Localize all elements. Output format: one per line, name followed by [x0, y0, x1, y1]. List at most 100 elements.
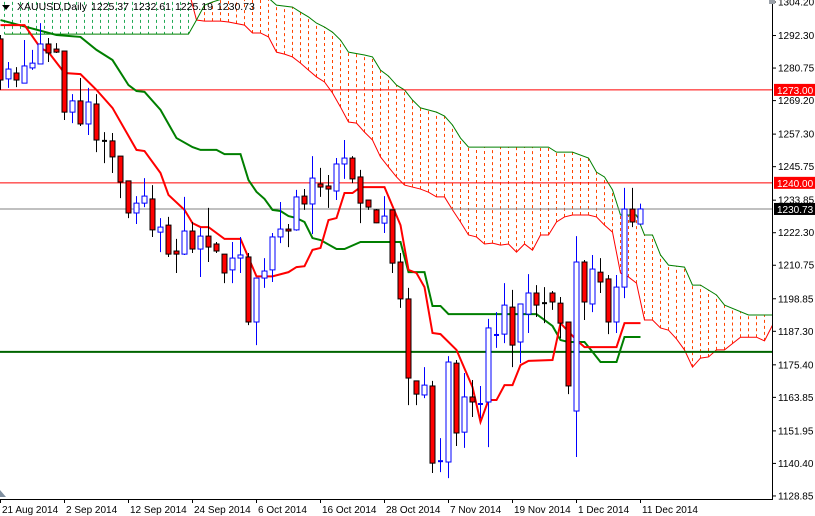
candle [509, 289, 516, 368]
candle-body [533, 292, 540, 306]
dropdown-triangle-icon[interactable] [2, 4, 10, 10]
candle [325, 174, 332, 208]
candle [581, 260, 588, 321]
candle-body [69, 100, 76, 113]
candle-body [213, 243, 220, 252]
candle-body [109, 140, 116, 158]
candle [485, 318, 492, 448]
candle [341, 140, 348, 179]
candle-body [509, 306, 516, 346]
candle-body [565, 321, 572, 387]
x-tick-label: 24 Sep 2014 [194, 505, 251, 516]
candle [197, 227, 204, 277]
y-tick-label: 1280.75 [778, 64, 815, 75]
candle-body [237, 254, 244, 259]
high-value: 1232.61 [132, 1, 171, 13]
chart-header: XAUUSD,Daily 1225.37 1232.61 1225.19 123… [2, 1, 255, 13]
candle-body [397, 261, 404, 300]
candle [293, 189, 300, 231]
candle [213, 242, 220, 253]
y-tick-label: 1292.30 [778, 31, 815, 42]
candle [221, 253, 228, 284]
candle [333, 158, 340, 201]
candle-body [453, 362, 460, 434]
candle-body [333, 163, 340, 192]
candle [494, 312, 499, 348]
candle-body [589, 268, 596, 305]
candle [117, 155, 124, 199]
tenkan-sen-line [0, 24, 641, 426]
y-tick-label: 1210.75 [778, 261, 815, 272]
candle-body [189, 230, 196, 250]
candle-body [389, 209, 396, 264]
open-value: 1225.37 [91, 1, 129, 13]
candle-body [77, 100, 84, 125]
candle-body [325, 185, 332, 190]
candle [13, 67, 20, 88]
candle-body [173, 250, 180, 255]
candle [5, 62, 12, 88]
low-value: 1225.19 [174, 1, 213, 13]
y-tick-label: 1128.85 [778, 491, 814, 502]
y-tick-label: 1175.40 [778, 360, 814, 371]
candle-body [157, 226, 164, 233]
candle [589, 254, 596, 313]
candle-body [245, 256, 252, 323]
candle [277, 202, 284, 244]
y-tick-label: 1304.20 [778, 0, 815, 9]
candle [69, 94, 76, 124]
candle-body [405, 298, 412, 379]
candle-body [53, 48, 60, 53]
candle [173, 238, 180, 273]
candle [157, 218, 164, 253]
candle-body [517, 303, 524, 343]
price-tag-label: 1273.00 [777, 86, 814, 97]
candle-body [621, 208, 628, 288]
candle [365, 199, 372, 210]
candle [517, 303, 524, 364]
candle [349, 156, 356, 184]
candle-body [581, 261, 588, 303]
price-chart[interactable]: 1304.20 1292.30 1280.75 1269.20 1257.30 1245.… [0, 0, 815, 516]
y-tick-label: 1187.30 [778, 327, 814, 338]
chart-shift-marker-icon [769, 0, 775, 4]
candle-body [261, 270, 268, 279]
x-tick-label: 11 Dec 2014 [642, 505, 698, 516]
candle [125, 180, 132, 219]
candle [165, 216, 172, 257]
candle [413, 380, 420, 406]
candle [205, 207, 212, 263]
candle-body [557, 302, 564, 324]
candle [309, 156, 316, 235]
candle-body [341, 157, 348, 165]
candle [245, 252, 252, 326]
y-tick-label: 1163.85 [778, 393, 814, 404]
candle-body [429, 385, 436, 464]
candle [429, 380, 436, 474]
candle-body [45, 43, 52, 54]
x-tick-label: 1 Dec 2014 [578, 505, 630, 516]
candle [93, 94, 100, 153]
candle [549, 291, 556, 310]
candle-body [181, 230, 188, 255]
senkou-span-a-line [190, 0, 772, 368]
symbol-label: XAUUSD,Daily [17, 1, 88, 13]
candle [621, 187, 628, 299]
x-tick-label: 16 Oct 2014 [322, 505, 377, 516]
candle [149, 185, 156, 237]
chart-shift-triangle-icon [0, 490, 6, 497]
candle [229, 242, 236, 284]
candle-body [85, 101, 92, 125]
candle-body [373, 209, 380, 224]
candle-body [93, 103, 100, 141]
candle-body [445, 361, 452, 463]
y-tick-label: 1140.40 [778, 459, 814, 470]
candle-body [221, 253, 228, 274]
candle-body [365, 199, 372, 208]
y-tick-label: 1257.30 [778, 130, 815, 141]
candle [461, 372, 468, 448]
candle-body [605, 278, 612, 323]
candle-body [381, 215, 388, 224]
candle [77, 78, 84, 126]
candle-body [349, 157, 356, 180]
